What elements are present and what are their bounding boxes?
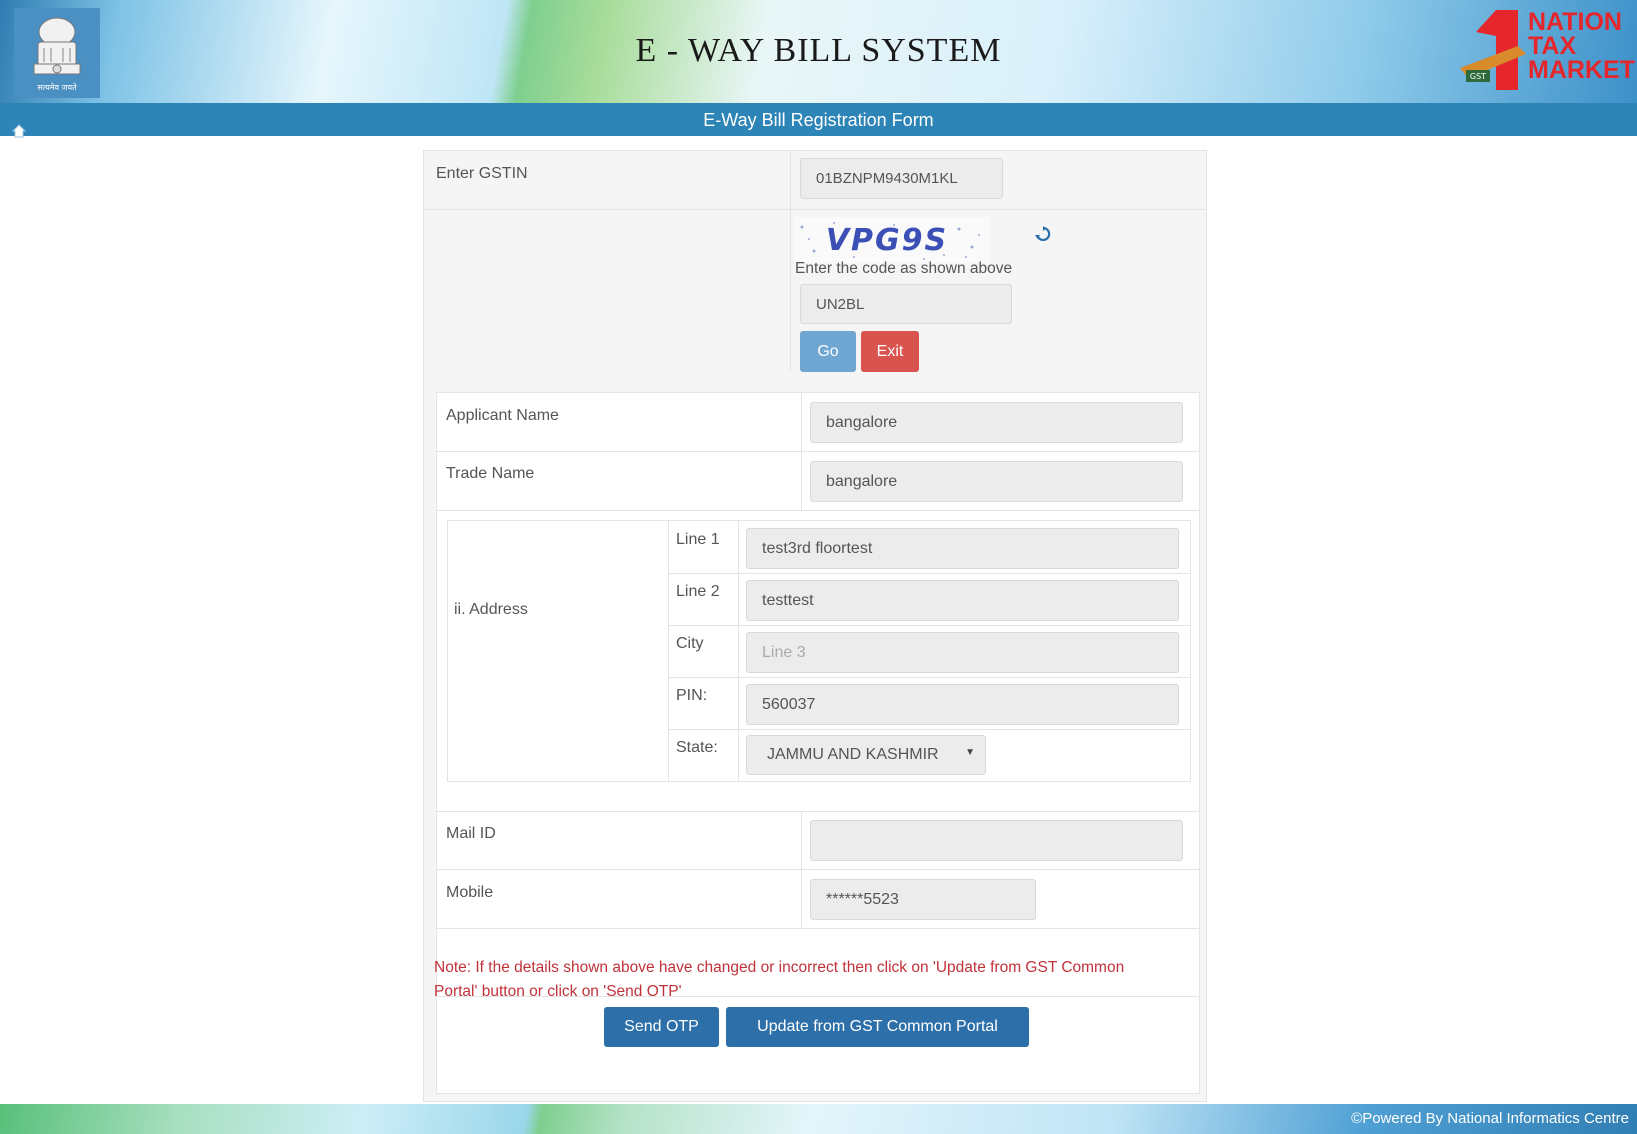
divider — [668, 625, 1190, 626]
state-label: State: — [676, 739, 718, 756]
state-select[interactable]: JAMMU AND KASHMIR ▼ — [746, 735, 986, 775]
update-from-gst-portal-button[interactable]: Update from GST Common Portal — [726, 1007, 1029, 1047]
captcha-input[interactable]: UN2BL — [800, 284, 1012, 324]
gstin-row: Enter GSTIN 01BZNPM9430M1KL — [424, 151, 1206, 210]
footer: ©Powered By National Informatics Centre — [0, 1104, 1637, 1134]
brand-badge: GST — [1470, 72, 1486, 81]
trade-name-input[interactable]: bangalore — [810, 461, 1183, 502]
mail-id-input[interactable] — [810, 820, 1183, 861]
divider — [668, 521, 669, 781]
divider — [437, 451, 1199, 452]
exit-button[interactable]: Exit — [861, 331, 919, 372]
city-input[interactable]: Line 3 — [746, 632, 1179, 673]
brand-line-1: NATION — [1528, 8, 1622, 36]
applicant-name-label: Applicant Name — [446, 407, 559, 424]
emblem-caption: सत्यमेव जयते — [37, 82, 77, 92]
mobile-input[interactable]: ******5523 — [810, 879, 1036, 920]
address-line1-input[interactable]: test3rd floortest — [746, 528, 1179, 569]
home-icon[interactable] — [12, 124, 26, 138]
gstin-label: Enter GSTIN — [436, 165, 528, 182]
divider — [668, 729, 1190, 730]
divider — [738, 521, 739, 781]
divider — [668, 573, 1190, 574]
brand-line-2: TAX — [1528, 32, 1577, 60]
divider — [437, 869, 1199, 870]
brand-logo: GST NATION TAX MARKET — [1456, 6, 1637, 98]
pin-label: PIN: — [676, 687, 708, 704]
go-button[interactable]: Go — [800, 331, 856, 372]
address-block: ii. Address Line 1 test3rd floortest Lin… — [447, 520, 1191, 782]
brand-text: NATION TAX MARKET — [1528, 8, 1635, 84]
divider — [668, 677, 1190, 678]
divider — [437, 811, 1199, 812]
form-title: E-Way Bill Registration Form — [703, 110, 934, 130]
brand-line-3: MARKET — [1528, 56, 1635, 84]
dropdown-arrow-icon: ▼ — [965, 747, 975, 758]
city-label: City — [676, 635, 704, 652]
pin-input[interactable]: 560037 — [746, 684, 1179, 725]
divider — [437, 510, 1199, 511]
brand-mark-icon: GST — [1460, 10, 1526, 90]
footer-credit: ©Powered By National Informatics Centre — [1351, 1110, 1629, 1127]
captcha-text: VPG9S — [826, 223, 948, 258]
form-title-bar: E-Way Bill Registration Form — [0, 103, 1637, 136]
address-label: ii. Address — [454, 601, 528, 618]
send-otp-button[interactable]: Send OTP — [604, 1007, 719, 1047]
trade-name-label: Trade Name — [446, 465, 535, 482]
line1-label: Line 1 — [676, 531, 720, 548]
registration-form: Enter GSTIN 01BZNPM9430M1KL VPG9S Enter … — [423, 150, 1207, 1102]
captcha-instruction: Enter the code as shown above — [795, 260, 1013, 277]
gstin-input[interactable]: 01BZNPM9430M1KL — [800, 158, 1003, 199]
note-text: Note: If the details shown above have ch… — [434, 959, 1125, 1000]
site-title: E - WAY BILL SYSTEM — [635, 32, 1002, 69]
refresh-captcha-icon[interactable] — [1035, 226, 1051, 242]
line2-label: Line 2 — [676, 583, 720, 600]
mail-id-label: Mail ID — [446, 825, 496, 842]
state-select-value: JAMMU AND KASHMIR — [767, 746, 939, 763]
address-line2-input[interactable]: testtest — [746, 580, 1179, 621]
mobile-label: Mobile — [446, 884, 494, 901]
divider — [790, 209, 791, 370]
divider — [437, 928, 1199, 929]
applicant-name-input[interactable]: bangalore — [810, 402, 1183, 443]
captcha-image: VPG9S — [794, 217, 990, 263]
header: सत्यमेव जयते E - WAY BILL SYSTEM GST NAT… — [0, 0, 1637, 103]
divider — [790, 151, 791, 209]
